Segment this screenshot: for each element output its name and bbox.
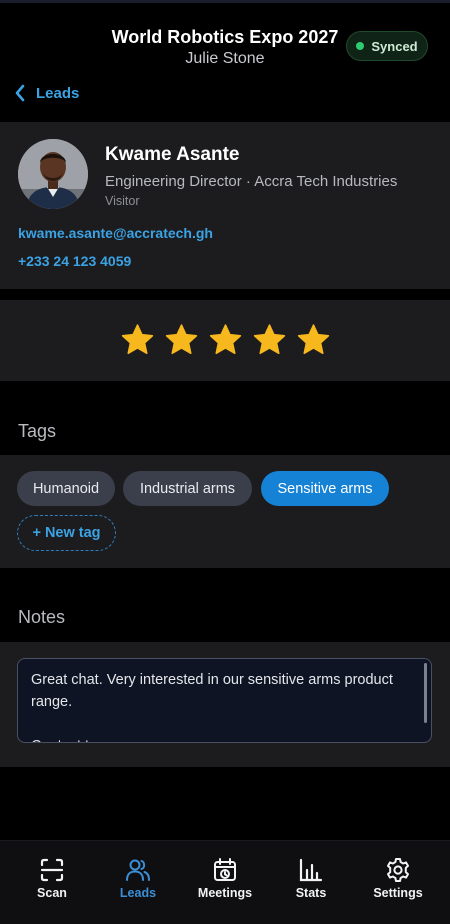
phone-link[interactable]: +233 24 123 4059 — [18, 253, 131, 269]
notes-panel: Great chat. Very interested in our sensi… — [0, 642, 450, 767]
contact-role-company: Engineering Director · Accra Tech Indust… — [105, 173, 398, 190]
tag-chip-industrial-arms[interactable]: Industrial arms — [123, 471, 252, 506]
nav-meetings-label: Meetings — [197, 886, 253, 900]
star-icon[interactable] — [120, 323, 155, 358]
scan-icon — [40, 858, 64, 882]
star-icon[interactable] — [252, 323, 287, 358]
avatar-photo — [18, 139, 88, 209]
nav-meetings[interactable]: Meetings — [185, 857, 265, 905]
tag-chip-humanoid[interactable]: Humanoid — [17, 471, 115, 506]
calendar-clock-icon — [214, 858, 236, 881]
notes-text: Great chat. Very interested in our sensi… — [31, 672, 393, 742]
chevron-left-icon — [15, 84, 25, 102]
sync-status-badge: Synced — [346, 31, 428, 61]
star-icon[interactable] — [296, 323, 331, 358]
nav-settings-label: Settings — [373, 886, 423, 900]
notes-scrollbar[interactable] — [424, 663, 427, 723]
bar-chart-icon — [299, 858, 323, 882]
tags-heading: Tags — [18, 421, 57, 441]
sync-status-label: Synced — [371, 38, 418, 54]
avatar — [18, 139, 88, 209]
sync-dot-icon — [356, 42, 365, 50]
star-icon[interactable] — [164, 323, 199, 358]
email-link[interactable]: kwame.asante@accratech.gh — [18, 225, 213, 241]
back-label: Leads — [36, 84, 80, 102]
nav-leads-label: Leads — [119, 886, 157, 900]
star-icon[interactable] — [208, 323, 243, 358]
notes-textarea[interactable]: Great chat. Very interested in our sensi… — [17, 658, 432, 743]
contact-name: Kwame Asante — [105, 144, 240, 165]
contact-card: Kwame Asante Engineering Director · Accr… — [0, 122, 450, 289]
nav-stats[interactable]: Stats — [271, 857, 351, 905]
tags-panel: Humanoid Industrial arms Sensitive arms … — [0, 455, 450, 568]
notes-heading: Notes — [18, 607, 66, 627]
nav-scan[interactable]: Scan — [12, 857, 92, 905]
bottom-nav: Scan Leads Meetings Stats Settings — [0, 840, 450, 924]
app-header: World Robotics Expo 2027 Julie Stone Syn… — [0, 3, 450, 120]
gear-icon — [387, 858, 409, 882]
lead-detail-screen: World Robotics Expo 2027 Julie Stone Syn… — [0, 0, 450, 924]
new-tag-button[interactable]: + New tag — [17, 515, 116, 551]
nav-scan-label: Scan — [37, 886, 67, 900]
back-button[interactable]: Leads — [14, 81, 79, 105]
star-rating[interactable] — [0, 300, 450, 381]
users-icon — [126, 859, 150, 881]
contact-type: Visitor — [105, 194, 140, 208]
tag-chip-sensitive-arms[interactable]: Sensitive arms — [261, 471, 389, 506]
nav-stats-label: Stats — [295, 886, 327, 900]
nav-leads[interactable]: Leads — [98, 857, 178, 905]
nav-settings[interactable]: Settings — [358, 857, 438, 905]
